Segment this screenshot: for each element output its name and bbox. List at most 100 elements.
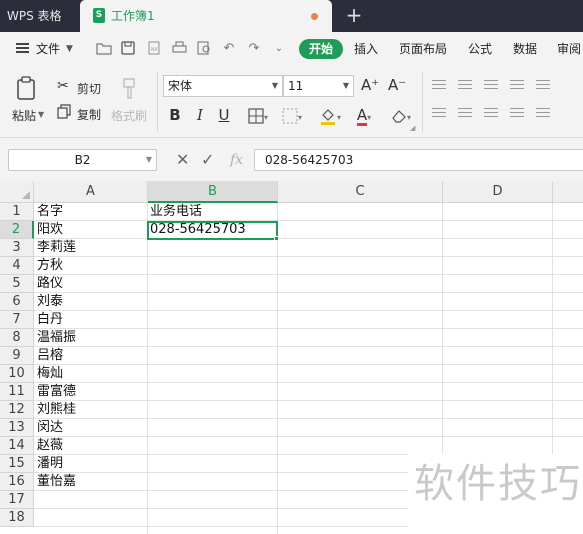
align-center-icon[interactable]	[458, 108, 472, 120]
redo-icon[interactable]: ↷	[245, 40, 263, 58]
formula-input[interactable]: 028-56425703	[254, 149, 583, 171]
clear-format-button[interactable]: ▾	[386, 104, 416, 126]
cell-a9[interactable]: 吕榕	[34, 347, 147, 365]
cell-a12[interactable]: 刘熊桂	[34, 401, 147, 419]
tab-home[interactable]: 开始	[299, 39, 343, 59]
menu-icon[interactable]	[16, 43, 29, 53]
row-header[interactable]: 2	[0, 221, 34, 239]
row-header[interactable]: 5	[0, 275, 34, 293]
align-middle-icon[interactable]	[458, 80, 472, 92]
cell-a8[interactable]: 温福振	[34, 329, 147, 347]
paste-dropdown-icon[interactable]: ▼	[38, 110, 44, 119]
align-right-icon[interactable]	[484, 108, 498, 120]
tab-wps-app[interactable]: WPS 表格	[0, 0, 76, 32]
copy-button[interactable]: 复制	[77, 106, 101, 123]
export-pdf-icon[interactable]: PDF	[145, 40, 163, 58]
font-color-button[interactable]: A▾	[349, 104, 379, 126]
row-header[interactable]: 4	[0, 257, 34, 275]
column-header-d[interactable]: D	[443, 181, 553, 203]
name-box[interactable]: B2 ▼	[8, 149, 157, 171]
tab-page-layout[interactable]: 页面布局	[399, 32, 447, 66]
cell-a2[interactable]: 阳欢	[34, 221, 147, 239]
cut-button[interactable]: 剪切	[77, 80, 101, 97]
fill-color-button[interactable]: ▾	[313, 104, 347, 126]
cell-a13[interactable]: 闵达	[34, 419, 147, 437]
decrease-font-button[interactable]: A⁻	[388, 76, 406, 94]
cell-a6[interactable]: 刘泰	[34, 293, 147, 311]
customize-toolbar-icon[interactable]: ⌄	[270, 40, 288, 58]
row-header[interactable]: 8	[0, 329, 34, 347]
row-header[interactable]: 13	[0, 419, 34, 437]
align-left-icon[interactable]	[432, 108, 446, 120]
select-all-corner[interactable]	[0, 181, 34, 203]
cell-a1[interactable]: 名字	[34, 203, 147, 221]
ribbon-toolbar: 粘贴 ▼ ✂ 剪切 复制 格式刷 宋体 ▼ 11 ▼ A⁺ A⁻ B I U ▾…	[0, 66, 583, 138]
print-icon[interactable]	[170, 40, 188, 58]
spreadsheet-grid[interactable]: A B C D 业务电话 028-56425703 名字 阳欢 李莉莲 方秋 路仪 刘泰白…	[0, 181, 583, 534]
row-header[interactable]: 9	[0, 347, 34, 365]
print-preview-icon[interactable]	[195, 40, 213, 58]
column-gridline	[277, 203, 278, 534]
paste-icon[interactable]	[14, 76, 40, 105]
format-painter-button[interactable]: 格式刷	[111, 107, 147, 124]
column-header-c[interactable]: C	[278, 181, 443, 203]
fill-pattern-button[interactable]: ▾	[278, 104, 306, 126]
italic-button[interactable]: I	[193, 104, 207, 126]
row-header[interactable]: 1	[0, 203, 34, 221]
underline-button[interactable]: U	[216, 104, 232, 126]
chevron-down-icon[interactable]: ▼	[66, 32, 73, 66]
decrease-indent-icon[interactable]	[510, 80, 524, 92]
row-header[interactable]: 15	[0, 455, 34, 473]
font-settings-launcher-icon[interactable]: ◢	[410, 124, 415, 132]
cell-a3[interactable]: 李莉莲	[34, 239, 147, 257]
row-header[interactable]: 3	[0, 239, 34, 257]
tab-insert[interactable]: 插入	[354, 32, 378, 66]
column-header-a[interactable]: A	[34, 181, 148, 203]
open-folder-icon[interactable]	[95, 40, 113, 58]
tab-data[interactable]: 数据	[513, 32, 537, 66]
confirm-entry-icon[interactable]: ✓	[201, 150, 214, 170]
new-tab-button[interactable]: +	[344, 4, 364, 26]
tab-workbook[interactable]: S 工作簿1	[80, 0, 332, 32]
cell-a16[interactable]: 董怡嘉	[34, 473, 147, 491]
cell-a15[interactable]: 潘明	[34, 455, 147, 473]
row-header[interactable]: 16	[0, 473, 34, 491]
save-icon[interactable]	[119, 40, 137, 58]
insert-function-icon[interactable]: fx	[230, 150, 243, 170]
row-header[interactable]: 12	[0, 401, 34, 419]
cell-a14[interactable]: 赵薇	[34, 437, 147, 455]
justify-icon[interactable]	[510, 108, 524, 120]
cell-a7[interactable]: 白丹	[34, 311, 147, 329]
tab-formulas[interactable]: 公式	[468, 32, 492, 66]
align-bottom-icon[interactable]	[484, 80, 498, 92]
font-name-select[interactable]: 宋体 ▼	[163, 75, 283, 97]
align-top-icon[interactable]	[432, 80, 446, 92]
row-header[interactable]: 7	[0, 311, 34, 329]
cell-a11[interactable]: 雷富德	[34, 383, 147, 401]
row-header[interactable]: 6	[0, 293, 34, 311]
tab-review[interactable]: 审阅	[557, 32, 581, 66]
row-header[interactable]: 17	[0, 491, 34, 509]
cell-a10[interactable]: 梅灿	[34, 365, 147, 383]
row-header[interactable]: 10	[0, 365, 34, 383]
cell-a5[interactable]: 路仪	[34, 275, 147, 293]
increase-indent-icon[interactable]	[536, 80, 550, 92]
fill-handle[interactable]	[274, 236, 279, 241]
column-header-b[interactable]: B	[148, 181, 278, 203]
cell-a4[interactable]: 方秋	[34, 257, 147, 275]
paste-button[interactable]: 粘贴	[12, 107, 36, 124]
distributed-align-icon[interactable]	[536, 108, 550, 120]
row-header[interactable]: 18	[0, 509, 34, 527]
row-header[interactable]: 11	[0, 383, 34, 401]
font-size-select[interactable]: 11 ▼	[283, 75, 354, 97]
increase-font-button[interactable]: A⁺	[361, 76, 379, 94]
cancel-entry-icon[interactable]: ✕	[176, 150, 189, 170]
bold-button[interactable]: B	[167, 104, 183, 126]
file-menu[interactable]: 文件	[36, 32, 60, 66]
row-header[interactable]: 14	[0, 437, 34, 455]
column-header-e[interactable]	[553, 181, 583, 203]
undo-icon[interactable]: ↶	[220, 40, 238, 58]
borders-button[interactable]: ▾	[244, 104, 272, 126]
name-box-value: B2	[74, 153, 91, 167]
cell-b1[interactable]: 业务电话	[147, 203, 277, 221]
